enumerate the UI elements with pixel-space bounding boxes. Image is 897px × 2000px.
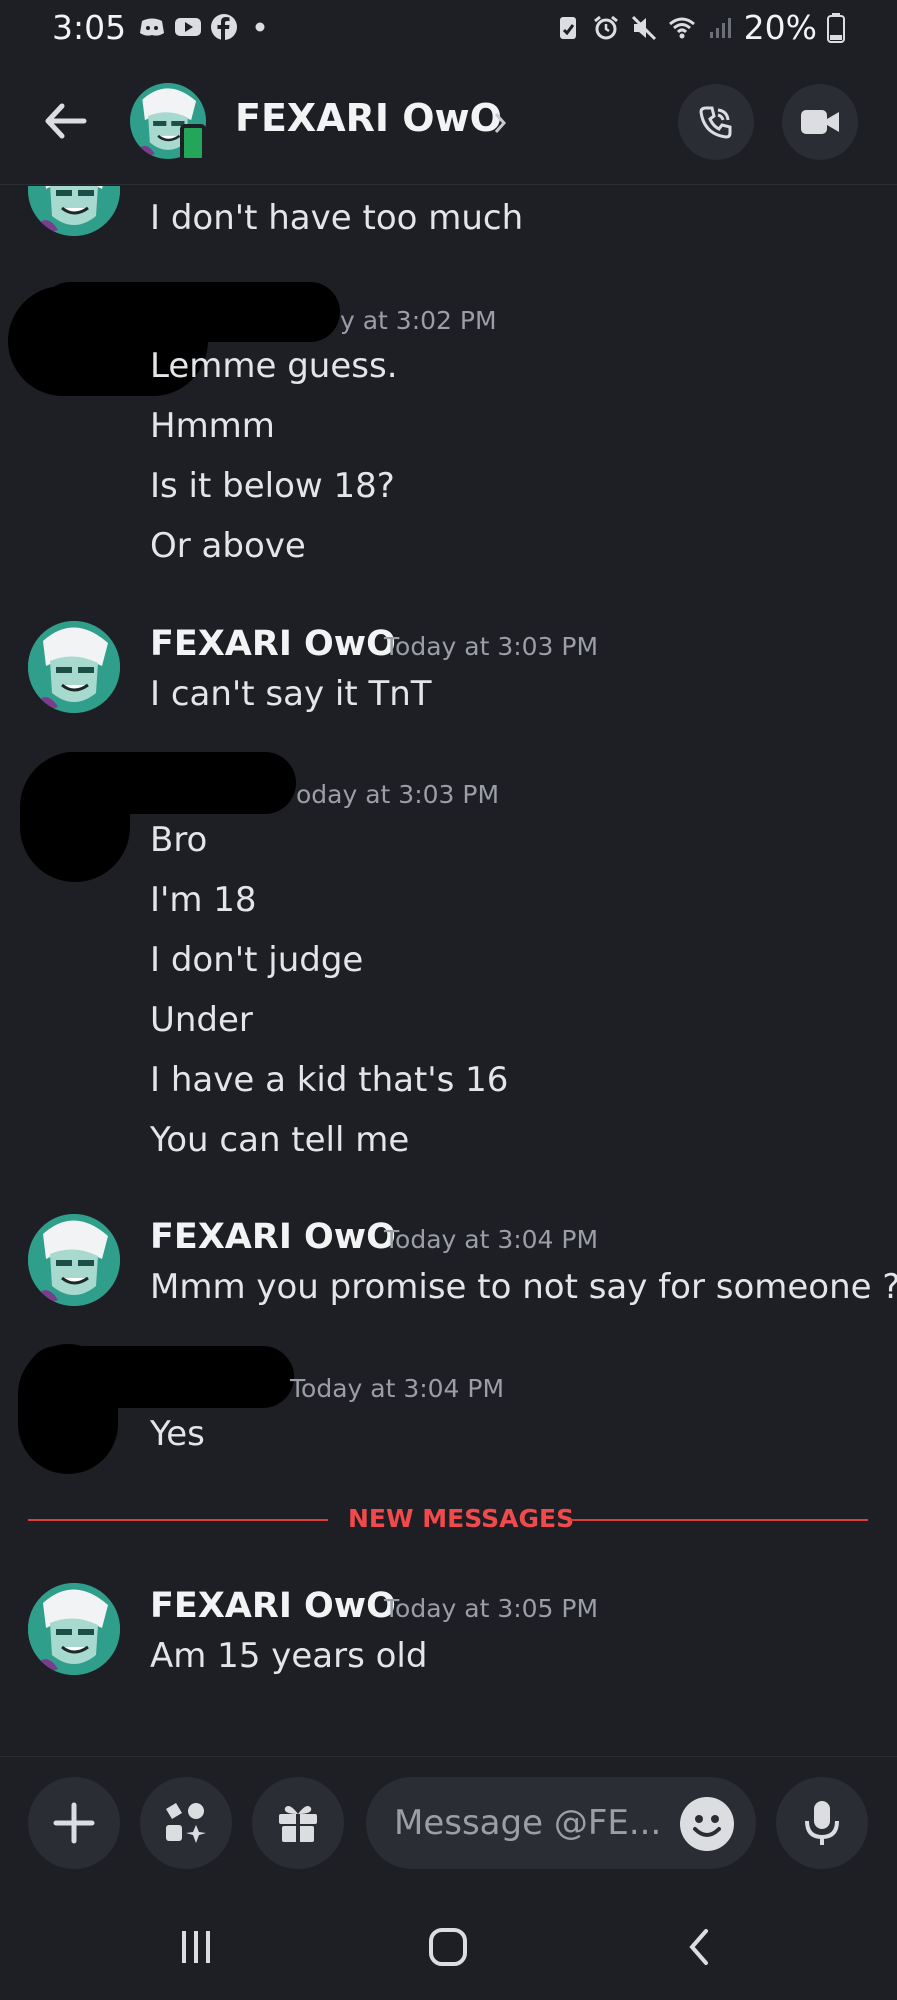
video-camera-icon [801, 110, 839, 134]
author-avatar[interactable] [28, 186, 120, 236]
message-line[interactable]: Bro [150, 820, 207, 860]
microphone-icon [805, 1801, 839, 1845]
author-avatar[interactable] [28, 621, 120, 713]
notification-icons [138, 13, 274, 41]
smiley-icon [693, 1815, 721, 1837]
home-button[interactable] [418, 1922, 478, 1972]
message-input-placeholder: Message @FE... [394, 1803, 662, 1843]
message-line[interactable]: I don't have too much [150, 198, 523, 238]
system-back-button[interactable] [670, 1922, 730, 1972]
author-name[interactable]: FEXARI OwO [150, 1217, 396, 1257]
message-line[interactable]: Hmmm [150, 406, 275, 446]
message-line[interactable]: I don't judge [150, 940, 363, 980]
battery-percent: 20% [743, 8, 817, 47]
redacted-username [40, 282, 340, 342]
redacted-username [26, 1346, 294, 1408]
chat-screen: 3:05 20% FEXARI OwO I don't have too muc… [0, 0, 897, 2000]
new-messages-label: NEW MESSAGES [348, 1504, 575, 1533]
apps-button[interactable] [140, 1777, 232, 1869]
signal-icon [709, 17, 731, 38]
youtube-notification-icon [175, 18, 201, 36]
gift-button[interactable] [252, 1777, 344, 1869]
message-line[interactable]: Mmm you promise to not say for someone ? [150, 1267, 897, 1307]
message-line[interactable]: Under [150, 1000, 253, 1040]
voice-call-button[interactable] [678, 84, 754, 160]
home-icon [429, 1928, 467, 1966]
author-avatar[interactable] [28, 1214, 120, 1306]
facebook-notification-icon [211, 14, 237, 40]
avatar-image [28, 621, 120, 713]
new-messages-divider-left [28, 1519, 328, 1521]
recent-apps-icon [182, 1931, 210, 1963]
dot-icon [255, 22, 265, 32]
message-line[interactable]: Or above [150, 526, 306, 566]
video-call-button[interactable] [782, 84, 858, 160]
message-line[interactable]: Lemme guess. [150, 346, 398, 386]
message-line[interactable]: Am 15 years old [150, 1636, 427, 1676]
message-line[interactable]: You can tell me [150, 1120, 409, 1160]
discord-notification-icon [140, 18, 164, 36]
message-composer: Message @FE... [0, 1756, 897, 1886]
message-timestamp: Today at 3:04 PM [290, 1374, 505, 1403]
avatar-image [28, 1214, 120, 1306]
chevron-right-icon[interactable] [492, 110, 508, 136]
battery-icon [827, 12, 845, 43]
wifi-icon [668, 17, 695, 38]
message-line[interactable]: I'm 18 [150, 880, 257, 920]
emoji-button[interactable] [680, 1797, 734, 1851]
redacted-username [40, 752, 296, 814]
message-line[interactable]: I can't say it TnT [150, 674, 432, 714]
message-timestamp: oday at 3:03 PM [296, 780, 500, 809]
message-line[interactable]: I have a kid that's 16 [150, 1060, 508, 1100]
author-name[interactable]: FEXARI OwO [150, 1586, 396, 1626]
back-chevron-icon [689, 1929, 708, 1965]
message-timestamp: Today at 3:03 PM [384, 632, 599, 661]
message-timestamp: Today at 3:04 PM [384, 1225, 599, 1254]
apps-icon [166, 1803, 206, 1843]
system-icons: 20% [554, 8, 845, 47]
mobile-status-icon [180, 124, 206, 162]
author-name[interactable]: FEXARI OwO [150, 624, 396, 664]
add-attachment-button[interactable] [28, 1777, 120, 1869]
voice-message-button[interactable] [776, 1777, 868, 1869]
message-timestamp: Today at 3:05 PM [384, 1594, 599, 1623]
back-arrow-icon[interactable] [40, 96, 90, 146]
plus-icon [53, 1802, 95, 1844]
status-time: 3:05 [52, 8, 127, 47]
gift-icon [279, 1806, 317, 1842]
author-avatar[interactable] [28, 1583, 120, 1675]
status-bar: 3:05 20% [0, 0, 897, 60]
sim-lock-icon [559, 16, 576, 39]
new-messages-divider-right [570, 1519, 868, 1521]
message-timestamp: y at 3:02 PM [340, 306, 497, 335]
recent-apps-button[interactable] [166, 1922, 226, 1972]
message-input[interactable]: Message @FE... [366, 1777, 756, 1869]
message-list: I don't have too much y at 3:02 PM Lemme… [0, 186, 897, 1756]
avatar-image [28, 1583, 120, 1675]
avatar-image [28, 186, 120, 236]
message-line[interactable]: Yes [150, 1414, 205, 1454]
message-line[interactable]: Is it below 18? [150, 466, 395, 506]
phone-call-icon [699, 106, 732, 139]
contact-name[interactable]: FEXARI OwO [235, 96, 502, 140]
mute-icon [631, 15, 656, 40]
alarm-icon [593, 15, 618, 39]
system-navigation-bar [0, 1886, 897, 2000]
chat-header: FEXARI OwO [0, 60, 897, 185]
